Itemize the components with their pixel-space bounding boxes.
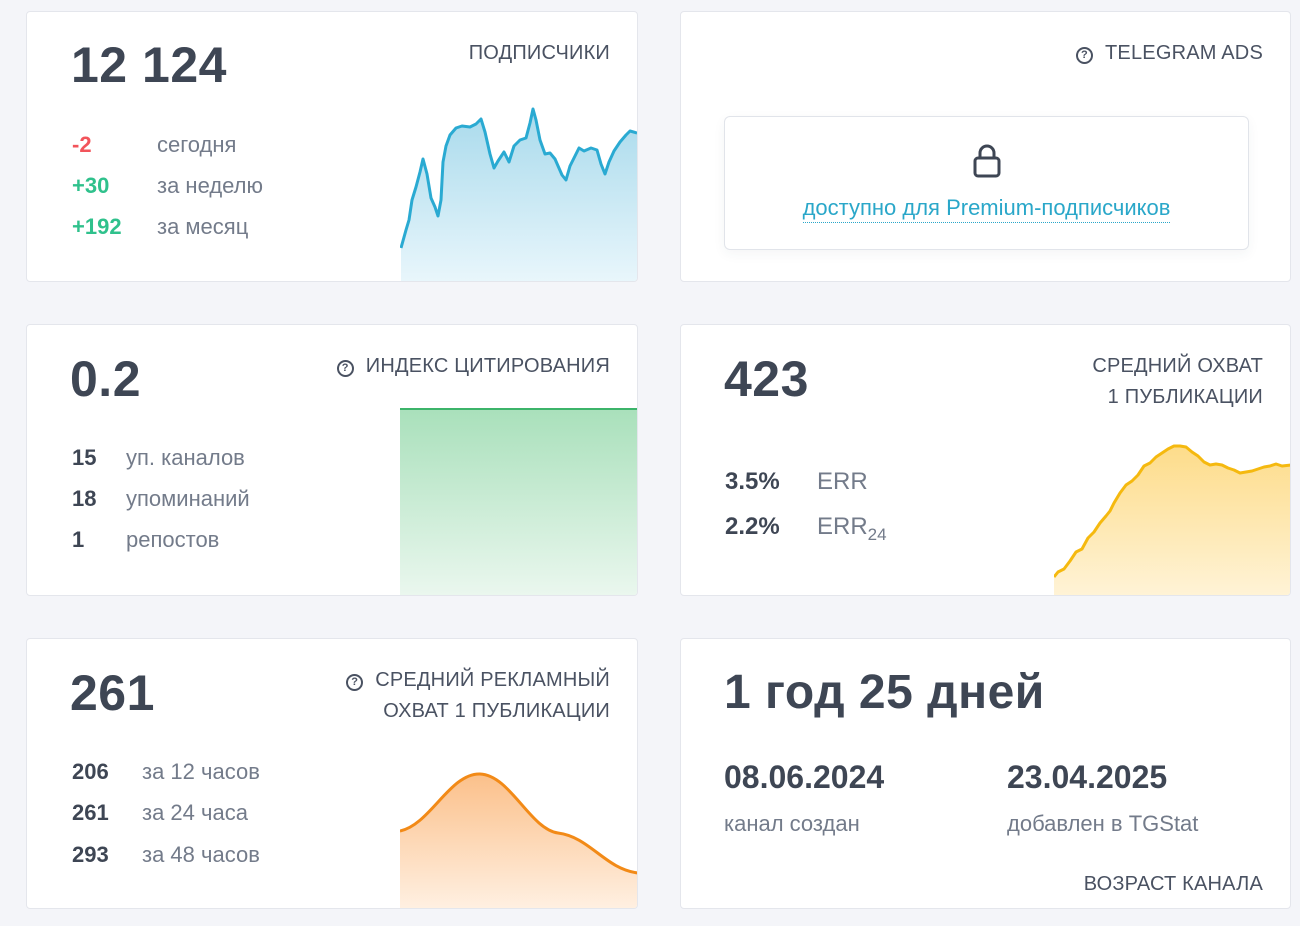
err-value: 3.5% (725, 468, 780, 495)
ad-reach-value: 261 (70, 665, 155, 721)
ad-reach-title-line2: ОХВАТ 1 ПУБЛИКАЦИИ (383, 700, 610, 722)
telegram-ads-title-text: TELEGRAM ADS (1105, 42, 1263, 64)
stat-reposts-value: 1 (72, 527, 85, 552)
lock-icon (973, 144, 1001, 178)
citation-index-title-text: ИНДЕКС ЦИТИРОВАНИЯ (365, 355, 610, 377)
stat-today-label: сегодня (157, 132, 237, 157)
err-label: ERR (817, 468, 868, 495)
stat-48h-label: за 48 часов (142, 842, 260, 867)
stat-48h-value: 293 (72, 842, 109, 867)
premium-link[interactable]: доступно для Premium-подписчиков (725, 195, 1248, 223)
citation-index-card[interactable]: 0.2 ? ИНДЕКС ЦИТИРОВАНИЯ 15 уп. каналов 1… (26, 324, 638, 596)
citation-chart (400, 408, 637, 595)
err24-sub: 24 (867, 525, 887, 544)
stat-12h-value: 206 (72, 759, 109, 784)
channel-age-value: 1 год 25 дней (724, 666, 1045, 719)
telegram-ads-title: ? TELEGRAM ADS (1076, 38, 1263, 69)
telegram-ads-card[interactable]: ? TELEGRAM ADS доступно для Premium-подпи… (680, 11, 1291, 282)
added-label: добавлен в TGStat (1007, 811, 1199, 836)
stat-mention-channels-label: уп. каналов (126, 445, 245, 470)
ad-reach-title-line1: СРЕДНИЙ РЕКЛАМНЫЙ (375, 669, 610, 691)
added-date: 23.04.2025 (1007, 759, 1168, 795)
subscribers-count: 12 124 (71, 37, 227, 93)
subscribers-area (401, 109, 637, 281)
stat-month-value: +192 (72, 214, 122, 239)
stat-mentions-label: упоминаний (126, 486, 250, 511)
question-icon[interactable]: ? (336, 360, 354, 377)
average-reach-title: СРЕДНИЙ ОХВАТ 1 ПУБЛИКАЦИИ (1092, 351, 1263, 413)
average-reach-title-line2: 1 ПУБЛИКАЦИИ (1107, 386, 1263, 408)
citation-area (400, 409, 637, 595)
err24-value: 2.2% (725, 513, 780, 540)
stat-mention-channels-value: 15 (72, 445, 97, 470)
average-reach-value: 423 (724, 351, 809, 407)
stat-month-label: за месяц (157, 214, 249, 239)
citation-index-title: ? ИНДЕКС ЦИТИРОВАНИЯ (336, 351, 610, 382)
average-reach-card[interactable]: 423 СРЕДНИЙ ОХВАТ 1 ПУБЛИКАЦИИ 3.5% ERR … (680, 324, 1291, 596)
question-icon[interactable]: ? (1076, 47, 1093, 64)
stat-week-label: за неделю (157, 173, 264, 198)
premium-link-text[interactable]: доступно для Premium-подписчиков (802, 195, 1171, 223)
ad-reach-area (400, 773, 637, 908)
stat-12h-label: за 12 часов (142, 759, 260, 784)
citation-index-value: 0.2 (70, 351, 142, 407)
stat-24h-label: за 24 часа (142, 800, 248, 825)
err24-label: ERR24 (817, 513, 887, 544)
average-reach-title-line1: СРЕДНИЙ ОХВАТ (1092, 355, 1263, 377)
subscribers-title: ПОДПИСЧИКИ (468, 42, 610, 64)
question-icon[interactable]: ? (346, 674, 364, 691)
created-label: канал создан (724, 811, 860, 836)
subscribers-card[interactable]: 12 124 ПОДПИСЧИКИ -2 сегодня +30 за неде… (26, 11, 638, 282)
ad-reach-title: ? СРЕДНИЙ РЕКЛАМНЫЙ ОХВАТ 1 ПУБЛИКАЦИИ (346, 665, 610, 727)
stat-today-value: -2 (72, 132, 92, 157)
ad-reach-card[interactable]: 261 ? СРЕДНИЙ РЕКЛАМНЫЙ ОХВАТ 1 ПУБЛИКАЦИ… (26, 638, 638, 909)
stat-reposts-label: репостов (126, 527, 220, 552)
channel-age-card[interactable]: 1 год 25 дней 08.06.2024 канал создан 23… (680, 638, 1291, 909)
created-date: 08.06.2024 (724, 759, 885, 795)
stat-mentions-value: 18 (72, 486, 97, 511)
stat-24h-value: 261 (72, 800, 109, 825)
stat-week-value: +30 (72, 173, 110, 198)
premium-lock-box[interactable]: доступно для Premium-подписчиков (724, 116, 1249, 250)
channel-age-title: ВОЗРАСТ КАНАЛА (1083, 873, 1263, 895)
subscribers-sparkline (400, 107, 637, 281)
reach-chart (1054, 444, 1290, 595)
ad-reach-chart (400, 772, 637, 908)
